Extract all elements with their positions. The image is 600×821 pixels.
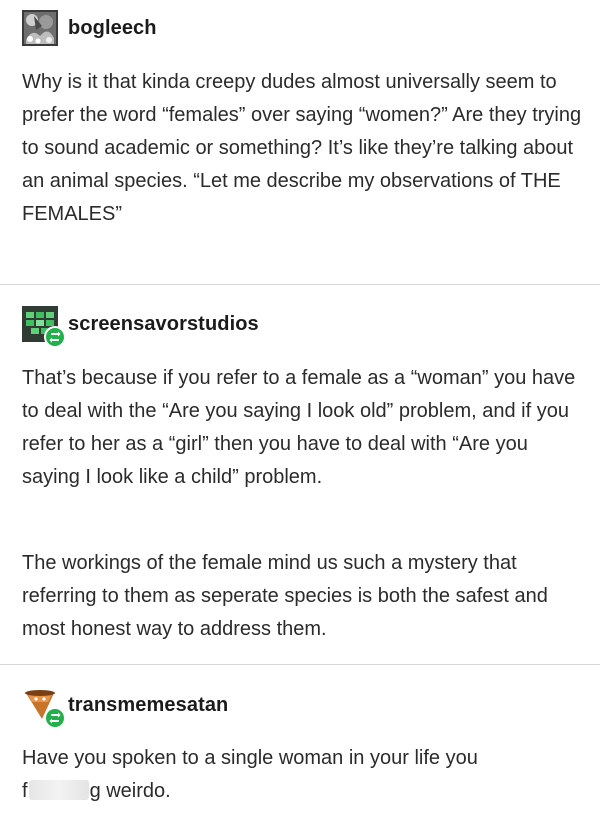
username[interactable]: transmemesatan [68, 694, 228, 717]
post-header: transmemesatan [22, 687, 228, 729]
username[interactable]: screensavorstudios [68, 313, 259, 336]
post-header: screensavorstudios [22, 306, 259, 348]
reblog-icon [44, 326, 66, 348]
post-header: bogleech [22, 10, 157, 46]
censored-word-start: f [22, 780, 28, 802]
transmemesatan-avatar-icon[interactable] [22, 687, 66, 729]
post-text: Have you spoken to a single woman in you… [22, 747, 478, 769]
post-screensavorstudios: screensavorstudios That’s because if you… [0, 285, 600, 664]
reblog-icon [44, 707, 66, 729]
post-text: Why is it that kinda creepy dudes almost… [22, 71, 582, 225]
bogleech-avatar-icon[interactable] [22, 10, 58, 46]
screensavor-avatar-icon[interactable] [22, 306, 66, 348]
redaction-blur [28, 780, 89, 800]
post-text: The workings of the female mind us such … [22, 552, 548, 640]
post-transmemesatan: transmemesatan Have you spoken to a sing… [0, 665, 600, 821]
username[interactable]: bogleech [68, 17, 157, 40]
post-text-last-line: f g weirdo. [22, 775, 582, 808]
censored-word-end: g weirdo. [89, 780, 171, 802]
post-bogleech: bogleech Why is it that kinda creepy dud… [0, 0, 600, 284]
post-text: That’s because if you refer to a female … [22, 367, 576, 488]
